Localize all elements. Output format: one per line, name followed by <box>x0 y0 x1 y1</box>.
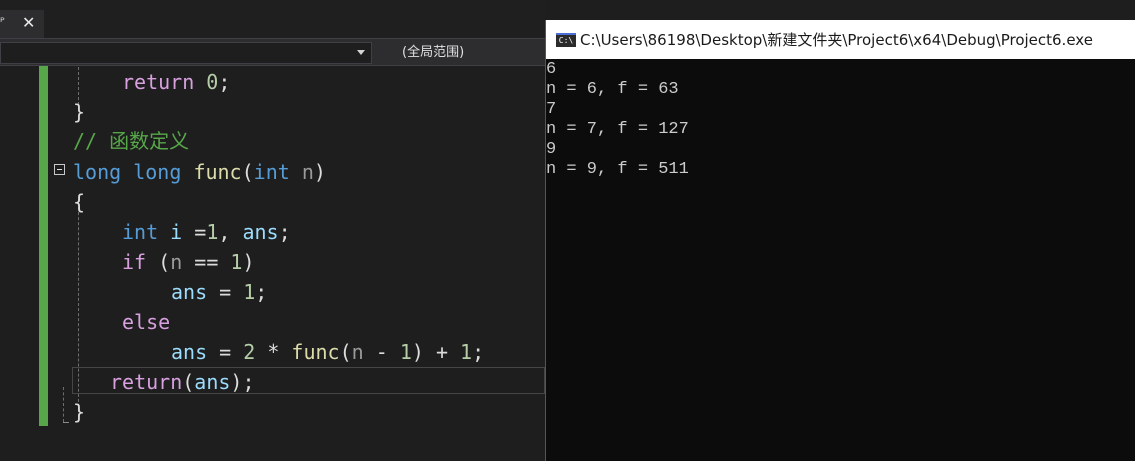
code-line: int i =1, ans; <box>122 217 291 247</box>
punct-token: + <box>423 340 461 364</box>
punct-token: = <box>207 340 244 364</box>
code-line: ans = 2 * func(n - 1) + 1; <box>171 337 484 367</box>
function-token: func <box>291 340 340 364</box>
code-comment: // 函数定义 <box>73 129 190 153</box>
project-dropdown[interactable] <box>0 42 372 64</box>
code-editor[interactable]: ᴾ ✕ (全局范围) return 0; } // 函数定义 long long… <box>0 0 545 461</box>
brace-token: } <box>73 400 86 424</box>
code-line: long long func(int n) <box>73 157 326 187</box>
code-line: return(ans); <box>110 367 255 397</box>
punct-token: ; <box>472 340 485 364</box>
indent-guide <box>63 422 69 423</box>
keyword-token: int <box>253 160 290 184</box>
variable-token: i <box>170 220 183 244</box>
punct-token: ( <box>146 250 171 274</box>
keyword-token: return <box>122 70 195 94</box>
keyword-token: return <box>110 370 183 394</box>
console-line: n = 6, f = 63 <box>546 80 679 99</box>
punct-token: ( <box>241 160 254 184</box>
console-title: C:\Users\86198\Desktop\新建文件夹\Project6\x6… <box>580 31 1093 49</box>
punct-token: ( <box>339 340 352 364</box>
punct-token: - <box>363 340 400 364</box>
punct-token: == <box>182 250 231 274</box>
number-token: 1 <box>399 340 412 364</box>
number-token: 0 <box>206 70 219 94</box>
code-line: { <box>73 187 85 217</box>
variable-token: ans <box>171 280 208 304</box>
console-line: 7 <box>546 100 557 119</box>
console-line: 6 <box>546 60 557 79</box>
number-token: 1 <box>206 220 219 244</box>
brace-token: } <box>73 100 86 124</box>
code-line: return 0; <box>122 67 230 97</box>
code-line: if (n == 1) <box>122 247 255 277</box>
console-line: n = 9, f = 511 <box>546 160 689 179</box>
code-area[interactable]: return 0; } // 函数定义 long long func(int n… <box>0 67 545 461</box>
console-window[interactable]: C:\ C:\Users\86198\Desktop\新建文件夹\Project… <box>545 20 1135 461</box>
close-icon[interactable]: ✕ <box>22 13 35 32</box>
tab-strip: ᴾ ✕ <box>0 0 545 38</box>
punct-token: * <box>255 340 292 364</box>
punct-token: ) <box>411 340 424 364</box>
punct-token: , <box>218 220 243 244</box>
keyword-token: else <box>122 310 171 334</box>
number-token: 1 <box>460 340 473 364</box>
keyword-token: long <box>73 160 122 184</box>
code-line: } <box>73 397 85 427</box>
param-token: n <box>351 340 364 364</box>
pin-icon[interactable]: ᴾ <box>0 15 5 29</box>
punct-token: ; <box>218 70 231 94</box>
indent-guide <box>63 387 64 422</box>
number-token: 2 <box>243 340 256 364</box>
keyword-token: long <box>133 160 182 184</box>
punct-token: ( <box>182 370 195 394</box>
document-tab[interactable]: ᴾ ✕ <box>0 10 44 38</box>
navigation-bar: (全局范围) <box>0 38 545 66</box>
console-titlebar[interactable]: C:\ C:\Users\86198\Desktop\新建文件夹\Project… <box>546 20 1135 59</box>
console-line: 9 <box>546 140 557 159</box>
param-token: n <box>301 160 314 184</box>
punct-token: ); <box>230 370 255 394</box>
punct-token: = <box>207 280 244 304</box>
code-line: else <box>122 307 170 337</box>
console-icon: C:\ <box>556 33 576 47</box>
console-line: n = 7, f = 127 <box>546 120 689 139</box>
punct-token: ) <box>313 160 326 184</box>
keyword-token: if <box>122 250 147 274</box>
chevron-down-icon[interactable] <box>357 50 365 55</box>
punct-token: ) <box>242 250 255 274</box>
code-line: } <box>73 97 85 127</box>
variable-token: ans <box>242 220 279 244</box>
scope-dropdown[interactable]: (全局范围) <box>378 42 545 64</box>
function-token: func <box>193 160 242 184</box>
brace-token: { <box>73 190 86 214</box>
punct-token: ; <box>278 220 291 244</box>
punct-token: ; <box>255 280 268 304</box>
number-token: 1 <box>230 250 243 274</box>
variable-token: ans <box>194 370 231 394</box>
keyword-token: int <box>122 220 159 244</box>
code-line: ans = 1; <box>171 277 267 307</box>
variable-token: ans <box>171 340 208 364</box>
param-token: n <box>170 250 183 274</box>
collapse-toggle-icon[interactable] <box>54 164 65 175</box>
number-token: 1 <box>243 280 256 304</box>
punct-token: = <box>182 220 207 244</box>
